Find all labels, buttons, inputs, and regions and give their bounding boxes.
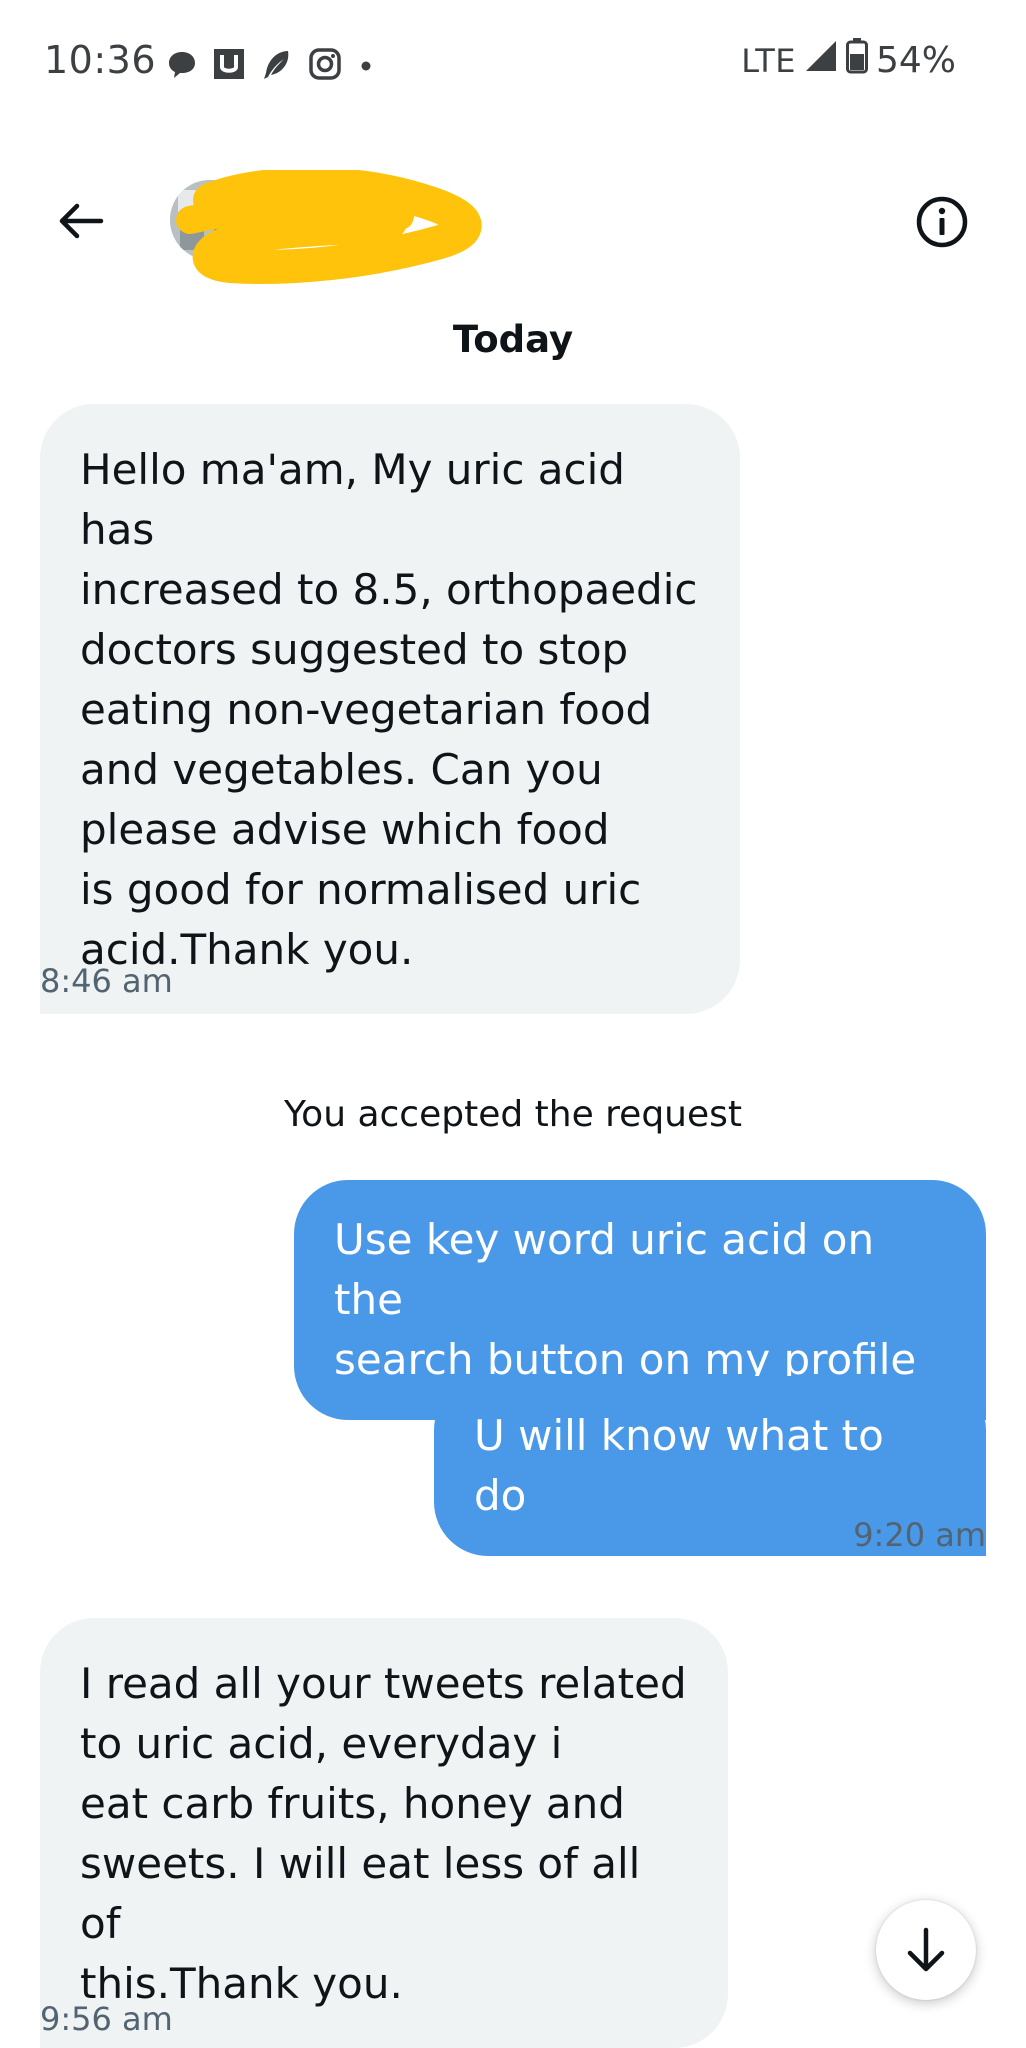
- message-line: is good for normalised uric: [80, 865, 642, 914]
- info-button[interactable]: [910, 190, 974, 254]
- signal-icon: [804, 39, 838, 82]
- feather-icon: [260, 47, 294, 81]
- dot-icon: [356, 54, 376, 74]
- message-line: acid.Thank you.: [80, 925, 414, 974]
- notification-icons: [166, 44, 376, 84]
- redaction-scribble: [176, 170, 482, 284]
- message-line: eat carb fruits, honey and: [80, 1779, 625, 1828]
- status-time: 10:36: [44, 38, 157, 82]
- status-indicators: LTE 54%: [741, 38, 956, 83]
- conversation-header: [0, 160, 1026, 284]
- arrow-left-icon: [59, 203, 104, 239]
- incoming-message[interactable]: Hello ma'am, My uric acid has increased …: [40, 404, 740, 1014]
- u-app-icon: [212, 47, 246, 81]
- message-timestamp: 9:56 am: [40, 2000, 173, 2038]
- network-label: LTE: [741, 41, 796, 80]
- scroll-to-bottom-button[interactable]: [876, 1900, 976, 2000]
- message-line: doctors suggested to stop: [80, 625, 629, 674]
- message-line: Hello ma'am, My uric acid has: [80, 445, 625, 554]
- battery-percentage: 54%: [875, 40, 956, 81]
- info-circle-icon: [916, 196, 968, 248]
- date-divider: Today: [452, 318, 574, 361]
- message-line: and vegetables. Can you: [80, 745, 603, 794]
- message-line: eating non-vegetarian food: [80, 685, 653, 734]
- system-message: You accepted the request: [283, 1094, 743, 1135]
- back-button[interactable]: [50, 190, 112, 252]
- chat-bubble-icon: [166, 48, 198, 80]
- message-line: increased to 8.5, orthopaedic: [80, 565, 698, 614]
- arrow-down-icon: [907, 1927, 945, 1972]
- instagram-icon: [308, 47, 342, 81]
- battery-icon: [845, 38, 868, 83]
- message-timestamp: 8:46 am: [40, 962, 173, 1000]
- message-line: sweets. I will eat less of all of: [80, 1839, 641, 1948]
- status-bar: 10:36 LTE 54%: [0, 0, 1026, 128]
- message-line: please advise which food: [80, 805, 610, 854]
- message-timestamp: 9:20 am: [853, 1516, 986, 1554]
- incoming-message[interactable]: I read all your tweets related to uric a…: [40, 1618, 728, 2048]
- message-line: I read all your tweets related: [80, 1659, 687, 1708]
- message-line: to uric acid, everyday i: [80, 1719, 563, 1768]
- message-line: U will know what to do: [474, 1411, 884, 1520]
- message-line: Use key word uric acid on the: [334, 1215, 875, 1324]
